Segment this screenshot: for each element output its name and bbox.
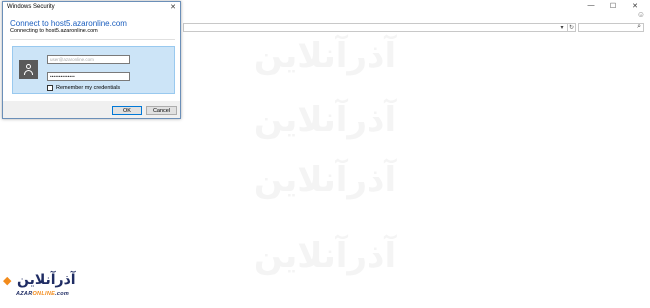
dialog-subtitle: Connecting to host5.azaronline.com xyxy=(10,28,98,34)
address-dropdown-icon[interactable]: ▾ xyxy=(558,23,566,32)
logo-latin-text: AZARONLINE.com xyxy=(16,291,70,297)
address-bar[interactable] xyxy=(183,23,568,32)
maximize-button[interactable]: ☐ xyxy=(602,0,624,11)
dialog-heading: Connect to host5.azaronline.com xyxy=(10,19,127,28)
user-icon xyxy=(19,60,38,79)
cancel-button[interactable]: Cancel xyxy=(146,106,177,115)
dialog-close-button[interactable]: ✕ xyxy=(170,3,176,11)
logo-mark-icon: ◆ xyxy=(3,275,12,287)
refresh-button[interactable]: ↻ xyxy=(567,23,576,32)
feedback-icon[interactable]: ☺ xyxy=(637,10,645,19)
remember-credentials[interactable]: Remember my credentials xyxy=(47,85,120,91)
windows-security-dialog: Windows Security ✕ Connect to host5.azar… xyxy=(2,1,181,119)
divider xyxy=(10,39,175,40)
password-field[interactable]: •••••••••••••• xyxy=(47,72,130,81)
remember-label[interactable]: Remember my credentials xyxy=(56,85,120,91)
watermark: آذرآنلاین xyxy=(253,160,397,200)
search-icon[interactable]: ⌕ xyxy=(637,23,641,31)
username-field[interactable]: user@azaronline.com xyxy=(47,55,130,64)
azaronline-logo: ◆ آذرآنلاین AZARONLINE.com xyxy=(3,272,93,304)
remember-checkbox[interactable] xyxy=(47,85,53,91)
ok-button[interactable]: OK xyxy=(112,106,142,115)
logo-persian-text: آذرآنلاین xyxy=(17,272,76,288)
watermark: آذرآنلاین xyxy=(253,236,397,276)
minimize-button[interactable]: — xyxy=(580,0,602,11)
credential-tile: user@azaronline.com •••••••••••••• Remem… xyxy=(12,46,175,94)
search-input[interactable]: ⌕ xyxy=(578,23,644,32)
dialog-title: Windows Security xyxy=(7,4,55,10)
